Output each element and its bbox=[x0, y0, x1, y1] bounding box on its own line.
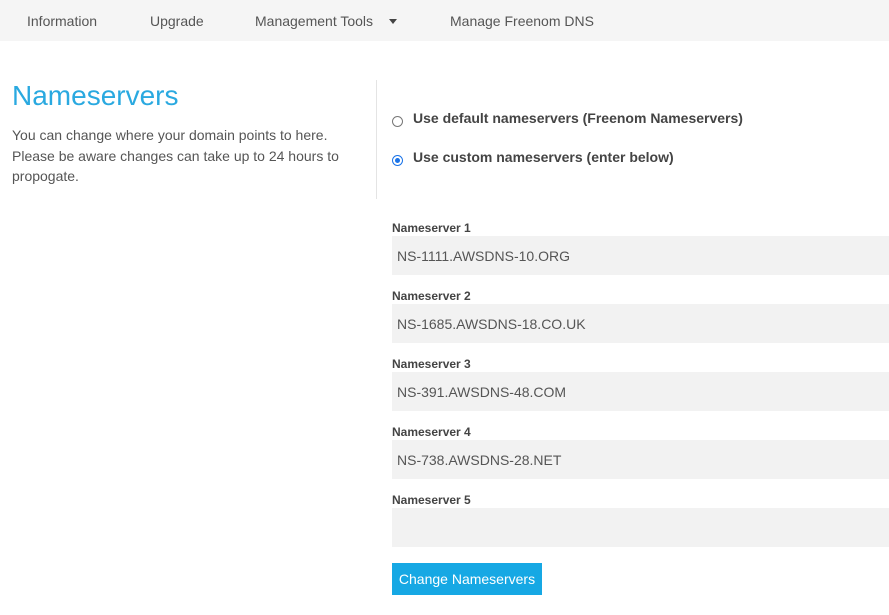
custom-nameservers-label: Use custom nameservers (enter below) bbox=[413, 149, 674, 165]
nav-management-tools-label: Management Tools bbox=[255, 13, 374, 29]
nameserver-1-label: Nameserver 1 bbox=[392, 221, 471, 235]
nav-upgrade[interactable]: Upgrade bbox=[150, 0, 204, 41]
nav-management-tools[interactable]: Management Tools bbox=[255, 0, 398, 41]
page-title: Nameservers bbox=[12, 80, 179, 111]
custom-nameservers-radio[interactable] bbox=[392, 154, 403, 166]
nameserver-3-input[interactable] bbox=[392, 372, 889, 411]
default-nameservers-radio[interactable] bbox=[392, 115, 403, 127]
nameserver-5-input[interactable] bbox=[392, 508, 889, 547]
vertical-divider bbox=[376, 80, 377, 199]
nameserver-3-label: Nameserver 3 bbox=[392, 357, 471, 371]
nameserver-4-input[interactable] bbox=[392, 440, 889, 479]
top-navigation: Information Upgrade Management Tools Man… bbox=[0, 0, 889, 41]
chevron-down-icon bbox=[389, 18, 398, 24]
nameserver-4-label: Nameserver 4 bbox=[392, 425, 471, 439]
default-nameservers-label: Use default nameservers (Freenom Nameser… bbox=[413, 110, 743, 126]
nameserver-2-input[interactable] bbox=[392, 304, 889, 343]
change-nameservers-button[interactable]: Change Nameservers bbox=[392, 563, 542, 595]
nameserver-5-label: Nameserver 5 bbox=[392, 493, 471, 507]
nameserver-2-label: Nameserver 2 bbox=[392, 289, 471, 303]
nav-information[interactable]: Information bbox=[27, 0, 97, 41]
default-nameservers-option[interactable]: Use default nameservers (Freenom Nameser… bbox=[392, 108, 743, 128]
nameserver-1-input[interactable] bbox=[392, 236, 889, 275]
nav-manage-freenom-dns[interactable]: Manage Freenom DNS bbox=[450, 0, 594, 41]
section-description: You can change where your domain points … bbox=[12, 127, 339, 184]
custom-nameservers-option[interactable]: Use custom nameservers (enter below) bbox=[392, 147, 674, 167]
